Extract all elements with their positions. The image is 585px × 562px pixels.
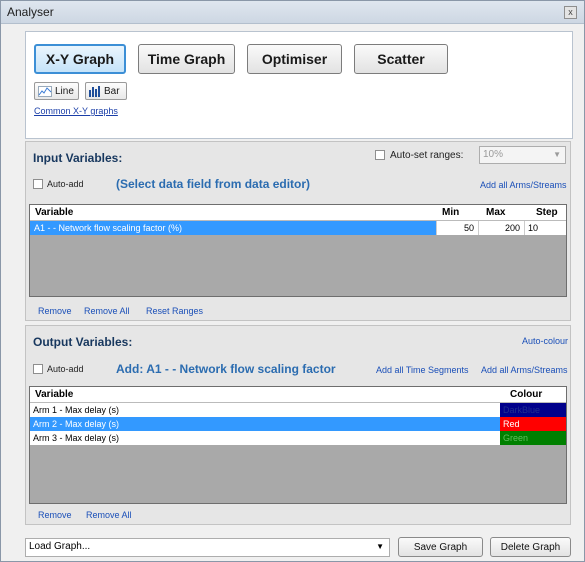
colour-column-header: Colour [510, 389, 543, 400]
optimiser-button[interactable]: Optimiser [247, 44, 342, 74]
output-row-colour[interactable]: Red [500, 417, 566, 431]
delete-graph-button[interactable]: Delete Graph [490, 537, 571, 557]
input-select-prompt: (Select data field from data editor) [116, 177, 311, 191]
input-variables-title: Input Variables: [33, 151, 123, 165]
chevron-down-icon: ▼ [376, 542, 384, 551]
input-auto-add-label: Auto-add [47, 179, 84, 189]
scatter-button[interactable]: Scatter [354, 44, 448, 74]
output-auto-add-checkbox[interactable] [33, 364, 43, 374]
line-chart-icon [38, 85, 52, 97]
close-icon[interactable]: x [564, 6, 577, 19]
output-variable-column-header: Variable [35, 389, 74, 400]
variable-column-header: Variable [35, 207, 74, 218]
min-column-header: Min [442, 207, 460, 218]
input-variables-section: Input Variables: Auto-set ranges: 10% ▼ … [25, 141, 571, 321]
auto-colour-link[interactable]: Auto-colour [522, 336, 568, 346]
xy-graph-button[interactable]: X-Y Graph [34, 44, 126, 74]
bar-style-label: Bar [104, 85, 120, 97]
output-remove-all-link[interactable]: Remove All [86, 510, 132, 520]
input-row-min[interactable]: 50 [436, 221, 478, 235]
chevron-down-icon: ▼ [553, 150, 561, 159]
output-table-row[interactable]: Arm 2 - Max delay (s) Red [30, 417, 566, 431]
save-graph-button[interactable]: Save Graph [398, 537, 483, 557]
output-remove-link[interactable]: Remove [38, 510, 72, 520]
input-remove-link[interactable]: Remove [38, 306, 72, 316]
input-add-all-arms-link[interactable]: Add all Arms/Streams [480, 180, 567, 190]
time-graph-button[interactable]: Time Graph [138, 44, 235, 74]
line-style-button[interactable]: Line [34, 82, 79, 100]
input-table-row[interactable]: A1 - - Network flow scaling factor (%) 5… [30, 221, 566, 235]
input-row-step[interactable]: 10 [524, 221, 566, 235]
analyser-window: Analyser x X-Y Graph Time Graph Optimise… [0, 0, 585, 562]
output-table-row[interactable]: Arm 1 - Max delay (s) DarkBlue [30, 403, 566, 417]
output-table-header: Variable Colour [30, 387, 566, 403]
window-title: Analyser [7, 5, 54, 19]
graph-type-panel: X-Y Graph Time Graph Optimiser Scatter L… [25, 31, 573, 139]
output-row-colour[interactable]: DarkBlue [500, 403, 566, 417]
range-percent-select[interactable]: 10% ▼ [479, 146, 566, 164]
output-row-colour[interactable]: Green [500, 431, 566, 445]
bar-chart-icon [89, 85, 100, 97]
output-row-variable: Arm 1 - Max delay (s) [30, 403, 500, 417]
output-row-variable: Arm 2 - Max delay (s) [30, 417, 500, 431]
step-column-header: Step [536, 207, 558, 218]
output-add-all-arms-link[interactable]: Add all Arms/Streams [481, 365, 568, 375]
output-variables-table: Variable Colour Arm 1 - Max delay (s) Da… [29, 386, 567, 504]
title-bar: Analyser x [1, 1, 584, 24]
common-graphs-link[interactable]: Common X-Y graphs [34, 106, 118, 116]
input-table-header: Variable Min Max Step [30, 205, 566, 221]
output-add-prompt: Add: A1 - - Network flow scaling factor [116, 362, 336, 376]
load-graph-select[interactable]: Load Graph... ▼ [25, 538, 390, 557]
reset-ranges-link[interactable]: Reset Ranges [146, 306, 203, 316]
bar-style-button[interactable]: Bar [85, 82, 127, 100]
line-style-label: Line [55, 85, 74, 97]
output-row-variable: Arm 3 - Max delay (s) [30, 431, 500, 445]
auto-set-ranges-label: Auto-set ranges: [390, 150, 464, 161]
input-row-variable: A1 - - Network flow scaling factor (%) [30, 221, 436, 235]
auto-set-ranges-checkbox[interactable] [375, 150, 385, 160]
add-all-time-segments-link[interactable]: Add all Time Segments [376, 365, 469, 375]
load-graph-value: Load Graph... [29, 541, 91, 552]
max-column-header: Max [486, 207, 506, 218]
output-auto-add-label: Auto-add [47, 364, 84, 374]
input-variables-table: Variable Min Max Step A1 - - Network flo… [29, 204, 567, 297]
output-table-row[interactable]: Arm 3 - Max delay (s) Green [30, 431, 566, 445]
output-variables-section: Output Variables: Auto-colour Auto-add A… [25, 325, 571, 525]
range-percent-value: 10% [483, 149, 504, 160]
input-auto-add-checkbox[interactable] [33, 179, 43, 189]
output-variables-title: Output Variables: [33, 335, 133, 349]
input-row-max[interactable]: 200 [478, 221, 524, 235]
input-remove-all-link[interactable]: Remove All [84, 306, 130, 316]
